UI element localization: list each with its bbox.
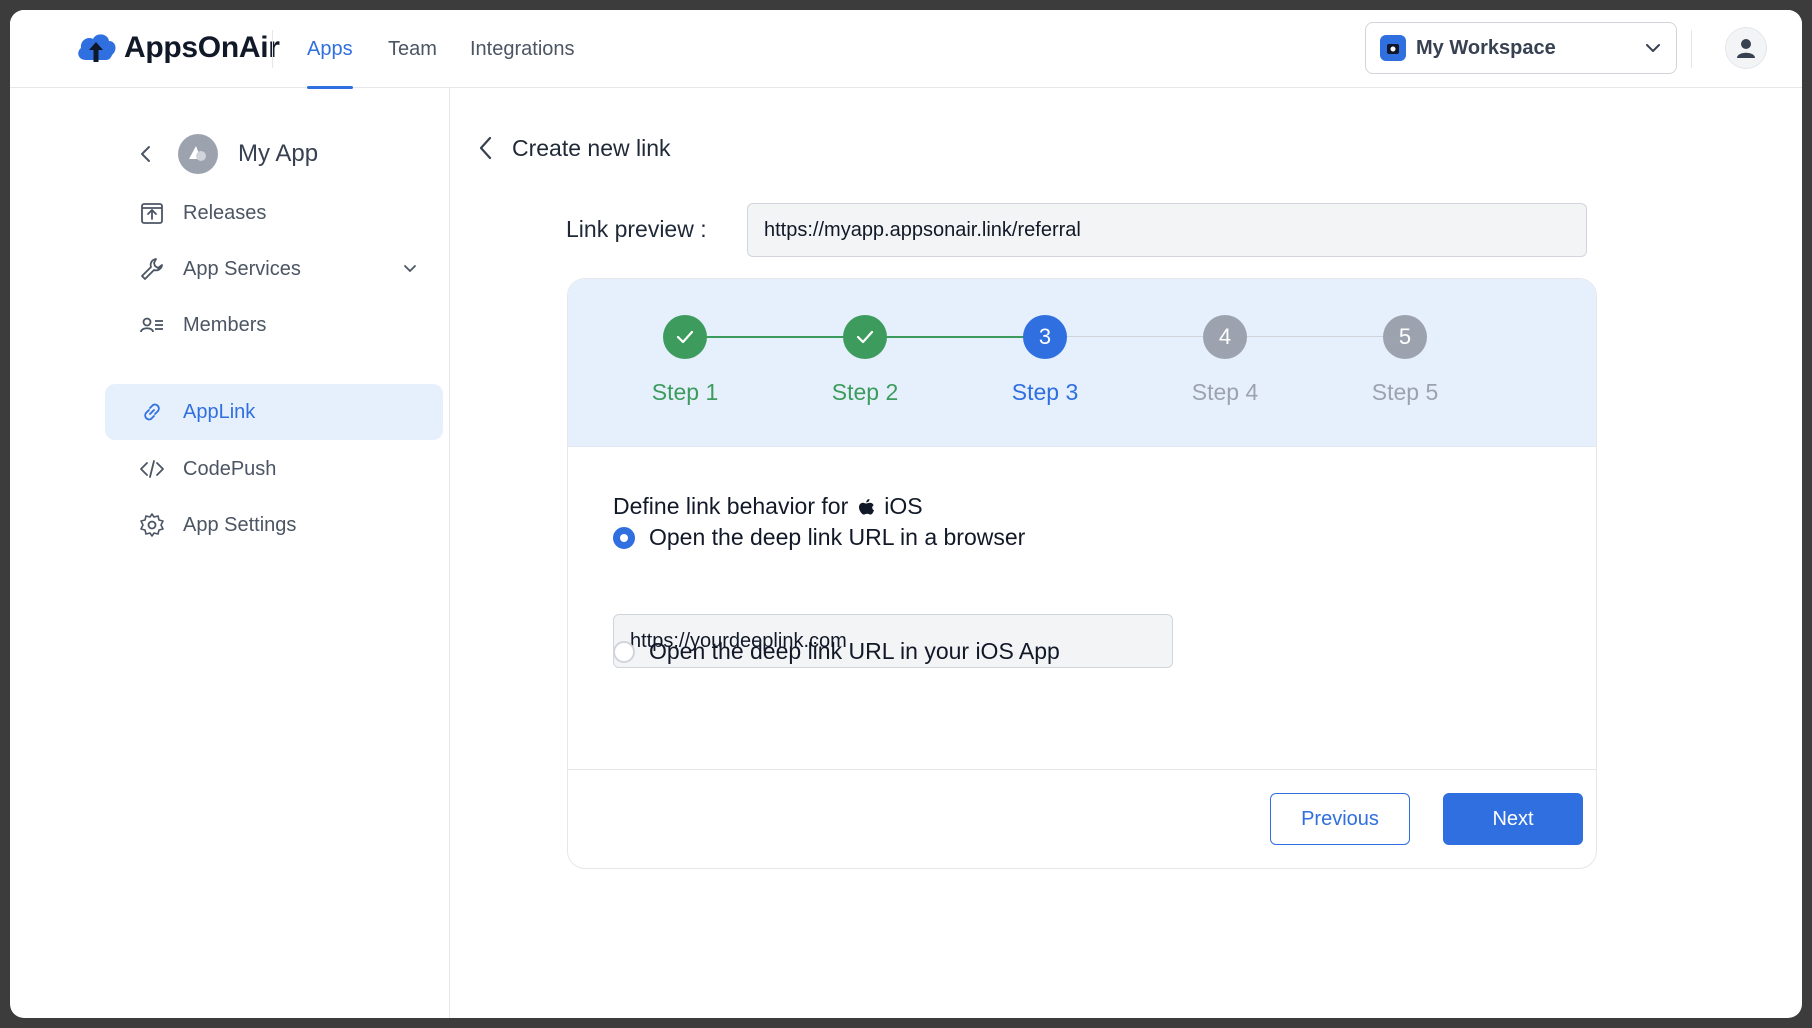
app-name: My App <box>238 140 319 167</box>
sidebar-item-codepush[interactable]: CodePush <box>105 441 443 497</box>
brand-name: AppsOnAir <box>124 31 280 64</box>
previous-button[interactable]: Previous <box>1270 793 1410 845</box>
sidebar-item-app-settings[interactable]: App Settings <box>105 497 443 553</box>
tab-team[interactable]: Team <box>388 10 437 88</box>
radio-ios-app[interactable] <box>613 640 635 663</box>
tab-apps-label: Apps <box>307 37 353 60</box>
code-icon <box>140 460 164 478</box>
apple-icon <box>859 498 875 515</box>
chevron-left-icon <box>141 146 150 162</box>
gear-icon <box>140 513 164 537</box>
tab-integrations-label: Integrations <box>470 37 575 60</box>
step-5-label: Step 5 <box>1371 379 1439 405</box>
sidebar: My App Releases App Services Members App… <box>10 88 450 1018</box>
platform-label: iOS <box>884 493 923 519</box>
step-1-label: Step 1 <box>651 379 719 405</box>
check-icon <box>856 330 874 344</box>
check-icon <box>676 330 694 344</box>
cloud-upload-logo-icon <box>78 34 116 62</box>
sidebar-item-releases[interactable]: Releases <box>105 185 443 241</box>
step-4-label: Step 4 <box>1191 379 1259 405</box>
user-avatar[interactable] <box>1725 27 1767 69</box>
page-header: Create new link <box>476 134 671 162</box>
sidebar-back-button[interactable] <box>134 142 158 166</box>
sidebar-item-label: App Settings <box>183 513 297 536</box>
sidebar-item-label: Members <box>183 313 267 336</box>
members-list-icon <box>140 317 163 333</box>
sidebar-item-label: Releases <box>183 201 267 224</box>
option-browser[interactable]: Open the deep link URL in a browser <box>613 524 1025 551</box>
brand-logo[interactable]: AppsOnAir <box>74 28 280 68</box>
step-3-circle[interactable]: 3 <box>1023 315 1067 359</box>
app-logo-icon <box>178 134 218 174</box>
step-connector <box>1049 336 1207 337</box>
tab-integrations[interactable]: Integrations <box>470 10 575 88</box>
back-arrow-icon[interactable] <box>476 134 496 162</box>
workspace-selector[interactable]: My Workspace <box>1365 22 1677 74</box>
upload-box-icon <box>141 203 163 224</box>
step-1-circle[interactable] <box>663 315 707 359</box>
sidebar-item-applink[interactable]: AppLink <box>105 384 443 440</box>
step-3-label: Step 3 <box>1011 379 1079 405</box>
step-connector <box>869 336 1027 338</box>
define-behavior-heading: Define link behavior for iOS <box>613 493 923 520</box>
sidebar-item-label: App Services <box>183 257 301 280</box>
step-connector <box>689 336 847 338</box>
define-heading-text: Define link behavior for <box>613 493 849 519</box>
option-ios-app-label: Open the deep link URL in your iOS App <box>649 638 1060 664</box>
radio-browser[interactable] <box>613 526 635 549</box>
link-preview-field[interactable]: https://myapp.appsonair.link/referral <box>747 203 1587 257</box>
option-browser-label: Open the deep link URL in a browser <box>649 524 1026 550</box>
header-divider <box>1691 30 1692 68</box>
sidebar-app-header: My App <box>134 134 318 174</box>
step-2-label: Step 2 <box>831 379 899 405</box>
tab-team-label: Team <box>388 37 437 60</box>
card-divider <box>568 769 1596 770</box>
tab-apps[interactable]: Apps <box>307 10 353 89</box>
user-icon <box>1737 39 1755 58</box>
step-5-circle[interactable]: 5 <box>1383 315 1427 359</box>
sidebar-item-label: AppLink <box>183 400 256 423</box>
sidebar-item-app-services[interactable]: App Services <box>105 241 443 297</box>
chevron-down-icon <box>1646 44 1660 52</box>
workspace-label: My Workspace <box>1416 36 1556 59</box>
app-window: AppsOnAir Apps Team Integrations My Work… <box>10 10 1802 1018</box>
sidebar-item-label: CodePush <box>183 457 277 480</box>
step-2-circle[interactable] <box>843 315 887 359</box>
chevron-down-icon <box>404 265 416 273</box>
create-link-card: 3 4 5 Step 1 Step 2 Step 3 Step 4 Step 5… <box>567 278 1597 869</box>
stepper: 3 4 5 Step 1 Step 2 Step 3 Step 4 Step 5 <box>568 279 1596 447</box>
step-4-circle[interactable]: 4 <box>1203 315 1247 359</box>
sidebar-item-members[interactable]: Members <box>105 297 443 353</box>
page-title: Create new link <box>512 134 671 161</box>
top-navbar: AppsOnAir Apps Team Integrations My Work… <box>10 10 1802 89</box>
option-ios-app[interactable]: Open the deep link URL in your iOS App <box>613 638 1060 665</box>
link-icon <box>144 403 160 421</box>
workspace-icon <box>1380 35 1406 61</box>
next-button[interactable]: Next <box>1443 793 1583 845</box>
nav-divider <box>272 30 273 68</box>
step-connector <box>1229 336 1387 337</box>
wrench-icon <box>141 258 163 280</box>
link-preview-label: Link preview : <box>566 216 707 242</box>
